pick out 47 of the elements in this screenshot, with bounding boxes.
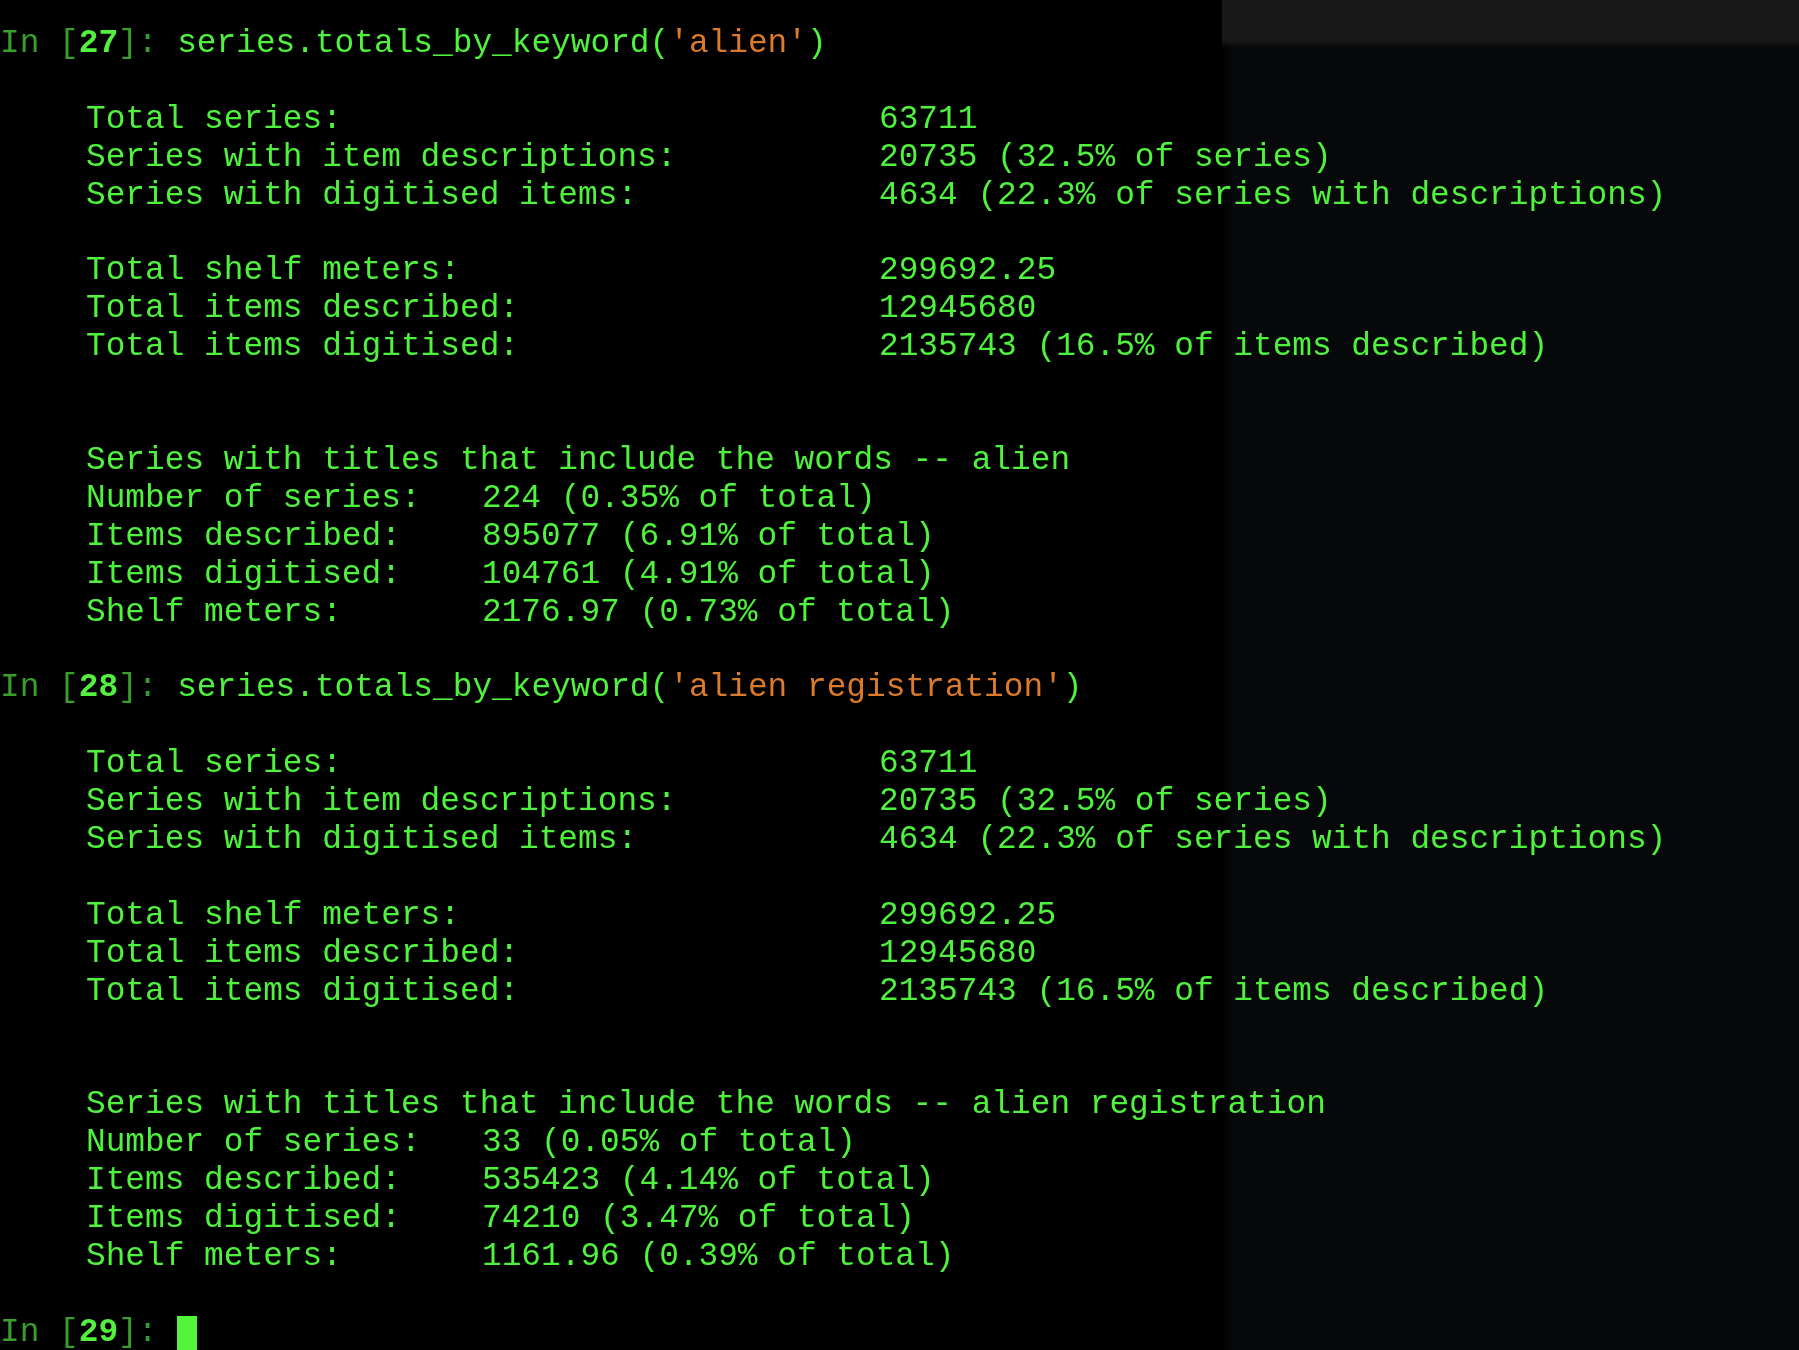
stat-label: Number of series: <box>86 479 422 518</box>
input-prompt: In [28]: <box>0 669 158 708</box>
stat-value: 299692.25 <box>879 252 1057 291</box>
stat-value: 2135743 (16.5% of items described) <box>879 972 1549 1011</box>
stat-value: 20735 (32.5% of series) <box>879 783 1332 821</box>
summary-heading: Series with titles that include the words -- alien <box>86 441 1072 480</box>
stat-value: 2135743 (16.5% of items described) <box>879 328 1549 367</box>
stat-label: Series with item descriptions: <box>86 138 678 177</box>
stat-value: 4634 (22.3% of series with descriptions) <box>879 176 1667 215</box>
input-prompt: In [29]: <box>0 1313 158 1350</box>
stat-value: 1161.96 (0.39% of total) <box>482 1237 955 1276</box>
stat-value: 74210 (3.47% of total) <box>482 1199 915 1238</box>
stat-label: Total items digitised: <box>86 972 520 1011</box>
stat-label: Items described: <box>86 1162 402 1200</box>
stat-value: 535423 (4.14% of total) <box>482 1162 935 1200</box>
stat-label: Items digitised: <box>86 555 402 594</box>
stat-value: 224 (0.35% of total) <box>482 479 876 518</box>
code-text: series.totals_by_keyword('alien registration') <box>177 669 1083 708</box>
stat-value: 20735 (32.5% of series) <box>879 138 1332 177</box>
stat-value: 104761 (4.91% of total) <box>482 555 935 594</box>
stat-label: Shelf meters: <box>86 1237 343 1276</box>
stat-value: 63711 <box>879 745 978 783</box>
stat-value: 4634 (22.3% of series with descriptions) <box>879 820 1667 859</box>
stat-label: Number of series: <box>86 1124 422 1162</box>
stat-label: Items digitised: <box>86 1199 402 1238</box>
stat-label: Total items described: <box>86 290 520 329</box>
stat-label: Total items described: <box>86 934 520 973</box>
stat-label: Shelf meters: <box>86 593 343 632</box>
stat-value: 12945680 <box>879 290 1037 329</box>
code-text: series.totals_by_keyword('alien') <box>177 25 827 63</box>
stat-label: Total shelf meters: <box>86 896 461 935</box>
stat-value: 63711 <box>879 100 978 139</box>
summary-heading: Series with titles that include the words -- alien registration <box>86 1086 1327 1125</box>
stat-value: 12945680 <box>879 934 1037 973</box>
stat-label: Total shelf meters: <box>86 252 461 291</box>
stat-value: 299692.25 <box>879 896 1057 935</box>
stat-value: 33 (0.05% of total) <box>482 1124 856 1162</box>
input-prompt: In [27]: <box>0 25 158 63</box>
stat-label: Series with digitised items: <box>86 820 639 859</box>
stat-label: Total series: <box>86 745 343 783</box>
stat-label: Series with digitised items: <box>86 176 639 215</box>
stat-label: Items described: <box>86 517 402 556</box>
stat-value: 2176.97 (0.73% of total) <box>482 593 955 632</box>
stat-label: Total series: <box>86 100 343 139</box>
stat-value: 895077 (6.91% of total) <box>482 517 935 556</box>
stat-label: Series with item descriptions: <box>86 783 678 821</box>
stat-label: Total items digitised: <box>86 328 520 367</box>
